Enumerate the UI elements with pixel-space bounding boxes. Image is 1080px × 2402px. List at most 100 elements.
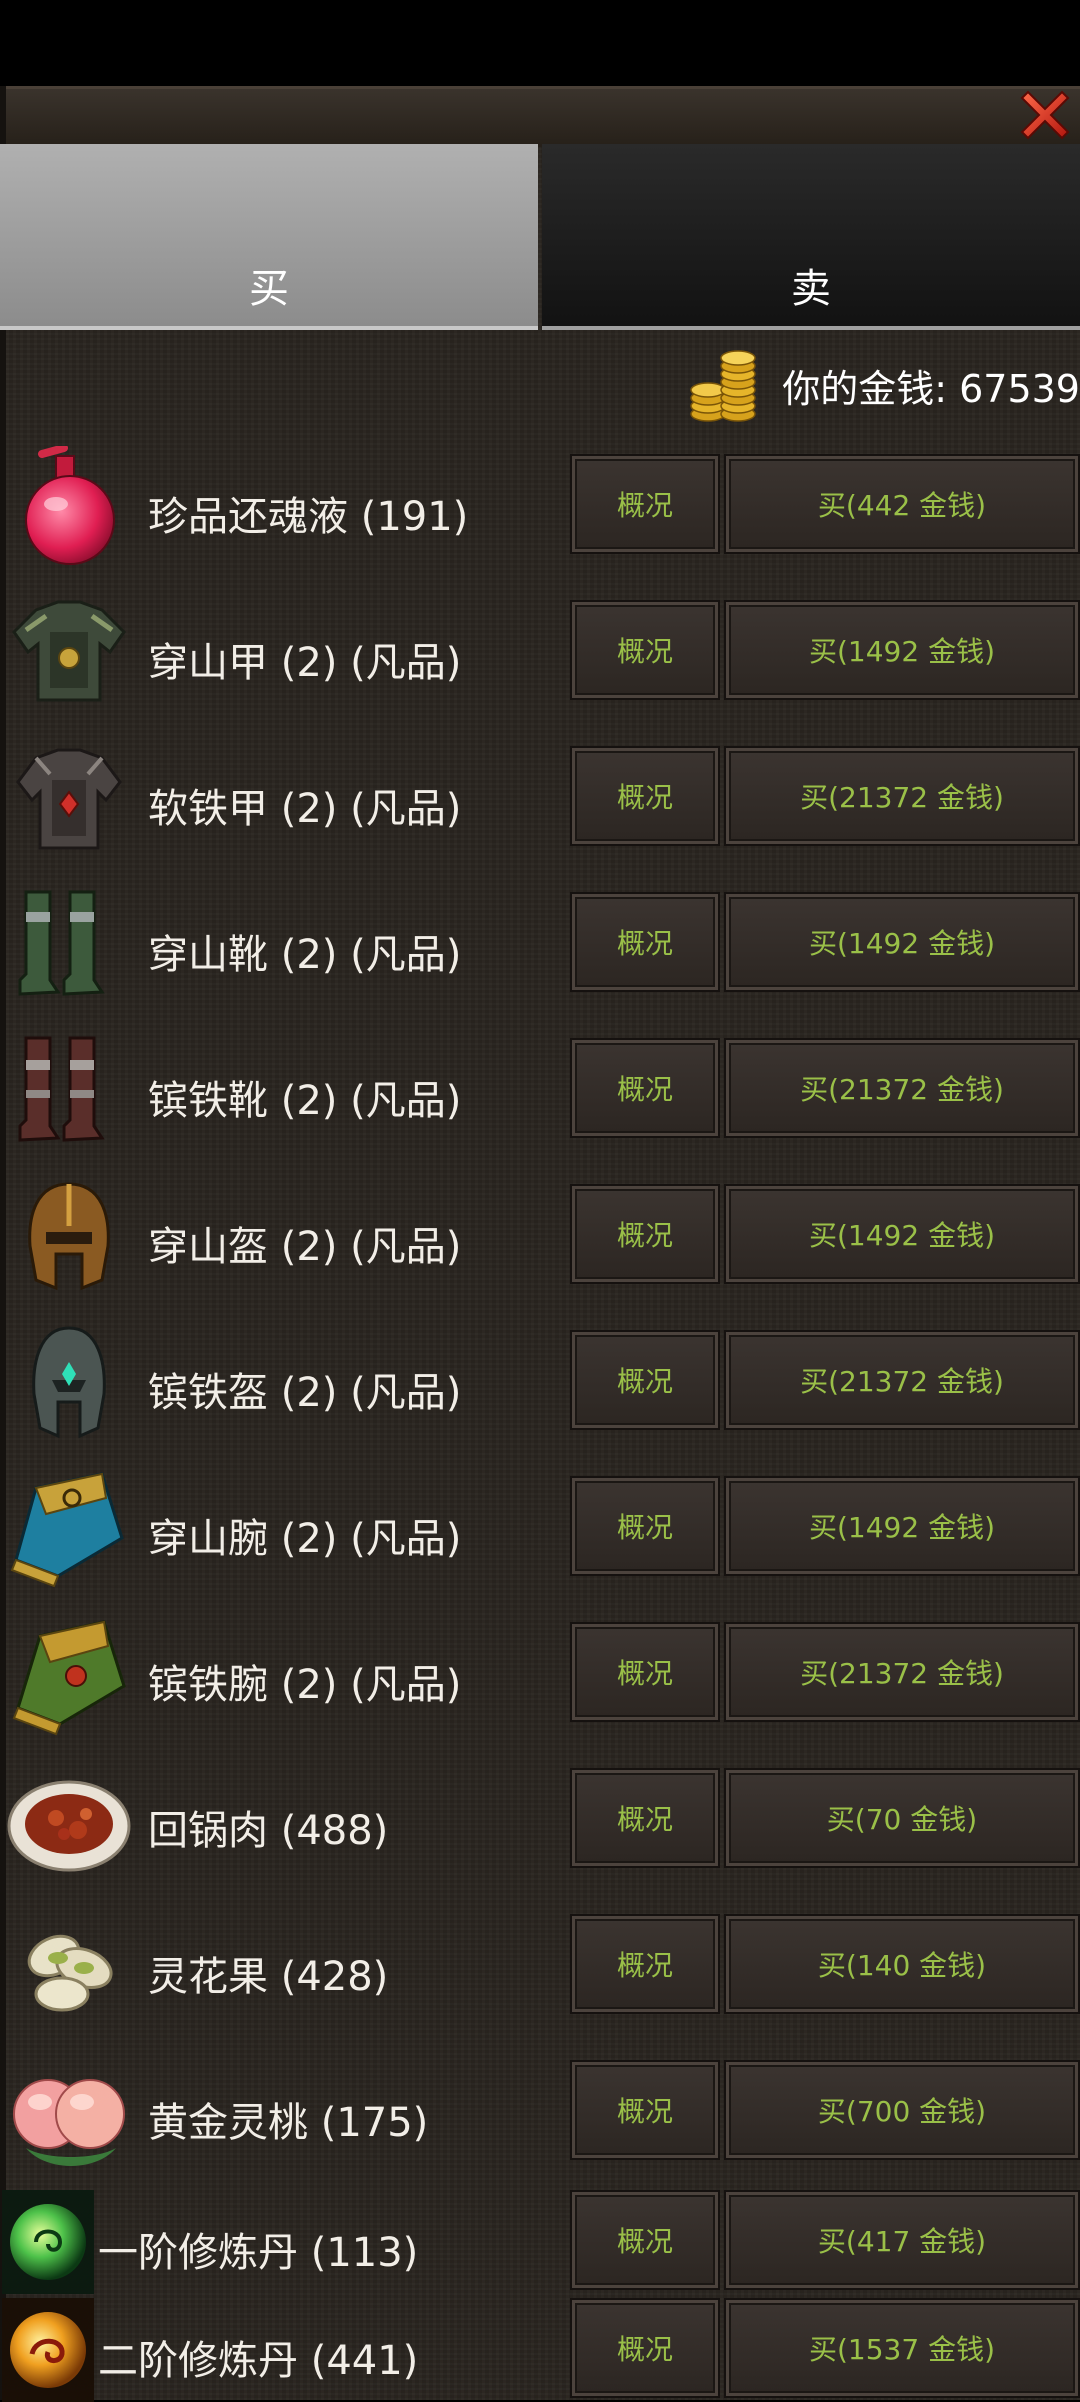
helmet-icon	[28, 1182, 110, 1291]
item-name: 穿山甲 (2) (凡品)	[148, 640, 462, 686]
nuts-icon	[27, 1934, 113, 2012]
item-name: 镔铁靴 (2) (凡品)	[148, 1078, 462, 1124]
tab-buy[interactable]: 买	[0, 144, 538, 330]
info-button[interactable]: 概况	[572, 2300, 718, 2396]
info-button[interactable]: 概况	[572, 456, 718, 552]
iron-boots-icon	[18, 1036, 105, 1142]
info-button[interactable]: 概况	[572, 748, 718, 844]
list-item: 软铁甲 (2) (凡品) 概况 买(21372 金钱)	[0, 738, 1080, 864]
list-item: 一阶修炼丹 (113) 概况 买(417 金钱)	[0, 2190, 1080, 2294]
status-bar	[0, 0, 1080, 86]
item-name: 回锅肉 (488)	[148, 1808, 389, 1854]
meat-dish-icon	[7, 1780, 131, 1872]
gold-coins-icon	[690, 350, 756, 422]
buy-button[interactable]: 买(1492 金钱)	[726, 894, 1078, 990]
buy-button-label: 买(1492 金钱)	[808, 1511, 995, 1544]
info-button[interactable]: 概况	[572, 1040, 718, 1136]
info-button-label: 概况	[616, 1949, 673, 1982]
buy-button[interactable]: 买(21372 金钱)	[726, 1624, 1078, 1720]
item-name: 镔铁盔 (2) (凡品)	[148, 1370, 462, 1416]
info-button-label: 概况	[616, 927, 673, 960]
info-button[interactable]: 概况	[572, 602, 718, 698]
iron-armor-icon	[16, 748, 122, 850]
info-button-label: 概况	[616, 1511, 673, 1544]
buy-button-label: 买(417 金钱)	[817, 2225, 987, 2258]
info-button-label: 概况	[616, 489, 673, 522]
info-button[interactable]: 概况	[572, 2192, 718, 2288]
info-button-label: 概况	[616, 2095, 673, 2128]
armor-icon	[12, 600, 126, 702]
info-button[interactable]: 概况	[572, 1770, 718, 1866]
buy-button[interactable]: 买(70 金钱)	[726, 1770, 1078, 1866]
list-item: 灵花果 (428) 概况 买(140 金钱)	[0, 1906, 1080, 2032]
list-item: 穿山腕 (2) (凡品) 概况 买(1492 金钱)	[0, 1468, 1080, 1594]
info-button[interactable]: 概况	[572, 894, 718, 990]
buy-button[interactable]: 买(1492 金钱)	[726, 1186, 1078, 1282]
item-name: 软铁甲 (2) (凡品)	[148, 786, 462, 832]
info-button[interactable]: 概况	[572, 2062, 718, 2158]
info-button[interactable]: 概况	[572, 1186, 718, 1282]
info-button-label: 概况	[616, 1219, 673, 1252]
tab-buy-label: 买	[249, 266, 289, 312]
green-pill-icon	[2, 2190, 94, 2294]
buy-button-label: 买(140 金钱)	[817, 1949, 987, 1982]
item-name: 珍品还魂液 (191)	[148, 494, 469, 540]
bracer-icon	[10, 1472, 124, 1588]
item-name: 穿山靴 (2) (凡品)	[148, 932, 462, 978]
list-item: 珍品还魂液 (191) 概况 买(442 金钱)	[0, 446, 1080, 572]
buy-button-label: 买(1492 金钱)	[808, 635, 995, 668]
tab-bar: 买 卖	[0, 144, 1080, 330]
buy-button-label: 买(1492 金钱)	[808, 927, 995, 960]
info-button[interactable]: 概况	[572, 1916, 718, 2012]
money-label: 你的金钱: 67539	[782, 366, 1080, 411]
item-name: 黄金灵桃 (175)	[148, 2100, 429, 2146]
item-name: 镔铁腕 (2) (凡品)	[148, 1662, 462, 1708]
iron-helmet-icon	[32, 1326, 106, 1439]
list-item: 二阶修炼丹 (441) 概况 买(1537 金钱)	[0, 2298, 1080, 2402]
buy-button[interactable]: 买(1492 金钱)	[726, 1478, 1078, 1574]
info-button-label: 概况	[616, 2333, 673, 2366]
gold-pill-icon	[2, 2298, 94, 2402]
buy-button-label: 买(1492 金钱)	[808, 1219, 995, 1252]
buy-button[interactable]: 买(700 金钱)	[726, 2062, 1078, 2158]
tab-sell[interactable]: 卖	[542, 144, 1080, 330]
item-name: 穿山腕 (2) (凡品)	[148, 1516, 462, 1562]
buy-button-label: 买(21372 金钱)	[800, 1073, 1004, 1106]
buy-button[interactable]: 买(140 金钱)	[726, 1916, 1078, 2012]
tab-sell-label: 卖	[791, 266, 831, 312]
buy-button[interactable]: 买(21372 金钱)	[726, 1332, 1078, 1428]
panel-header-bar	[6, 86, 1080, 147]
peach-icon	[13, 2079, 125, 2166]
buy-button[interactable]: 买(442 金钱)	[726, 456, 1078, 552]
buy-button-label: 买(21372 金钱)	[800, 781, 1004, 814]
buy-button-label: 买(21372 金钱)	[800, 1365, 1004, 1398]
info-button[interactable]: 概况	[572, 1624, 718, 1720]
boots-icon	[18, 890, 105, 996]
buy-button-label: 买(442 金钱)	[817, 489, 987, 522]
info-button[interactable]: 概况	[572, 1478, 718, 1574]
close-icon[interactable]	[1014, 84, 1076, 146]
buy-button[interactable]: 买(1492 金钱)	[726, 602, 1078, 698]
buy-button[interactable]: 买(21372 金钱)	[726, 1040, 1078, 1136]
list-item: 穿山甲 (2) (凡品) 概况 买(1492 金钱)	[0, 592, 1080, 718]
info-button[interactable]: 概况	[572, 1332, 718, 1428]
buy-button-label: 买(21372 金钱)	[800, 1657, 1004, 1690]
buy-button[interactable]: 买(1537 金钱)	[726, 2300, 1078, 2396]
item-name: 灵花果 (428)	[148, 1954, 389, 2000]
list-item: 镔铁盔 (2) (凡品) 概况 买(21372 金钱)	[0, 1322, 1080, 1448]
info-button-label: 概况	[616, 1657, 673, 1690]
buy-button[interactable]: 买(417 金钱)	[726, 2192, 1078, 2288]
money-display: 你的金钱: 67539	[686, 340, 1080, 430]
list-item: 穿山靴 (2) (凡品) 概况 买(1492 金钱)	[0, 884, 1080, 1010]
list-item: 回锅肉 (488) 概况 买(70 金钱)	[0, 1760, 1080, 1886]
iron-bracer-icon	[12, 1620, 126, 1736]
list-item: 镔铁靴 (2) (凡品) 概况 买(21372 金钱)	[0, 1030, 1080, 1156]
buy-button[interactable]: 买(21372 金钱)	[726, 748, 1078, 844]
buy-button-label: 买(700 金钱)	[817, 2095, 987, 2128]
info-button-label: 概况	[616, 1073, 673, 1106]
info-button-label: 概况	[616, 1365, 673, 1398]
info-button-label: 概况	[616, 1803, 673, 1836]
red-potion-icon	[25, 446, 115, 565]
list-item: 穿山盔 (2) (凡品) 概况 买(1492 金钱)	[0, 1176, 1080, 1302]
item-name: 穿山盔 (2) (凡品)	[148, 1224, 462, 1270]
